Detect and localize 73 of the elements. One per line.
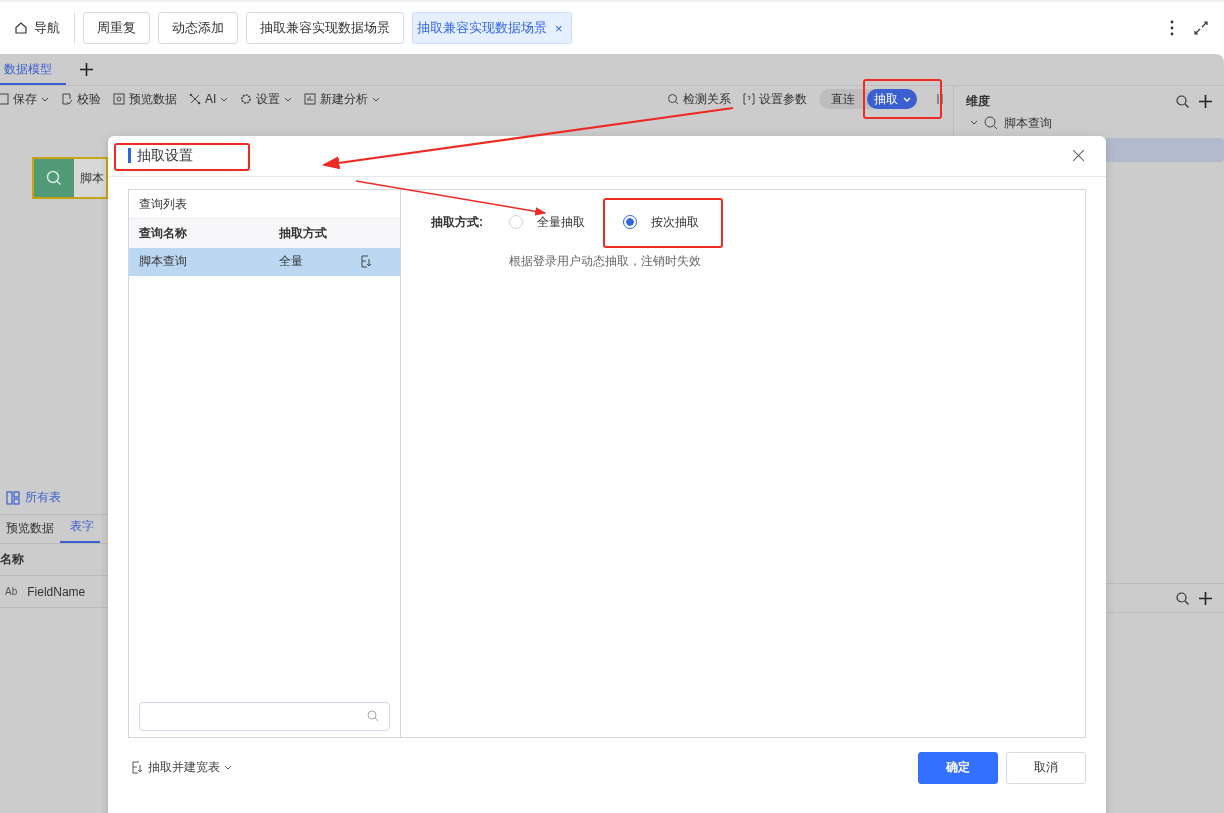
param-icon (743, 93, 755, 105)
detect-icon (667, 93, 679, 105)
mode-switch[interactable]: 直连 抽取 (819, 89, 917, 109)
tree-item[interactable]: 脚本查询 (954, 112, 1224, 134)
caret-icon (220, 96, 229, 102)
layout-icon (6, 490, 20, 505)
close-icon[interactable] (1073, 150, 1084, 162)
field-name: FieldName (27, 584, 86, 599)
search-icon (367, 710, 379, 723)
panel-toggle-icon[interactable] (937, 94, 943, 104)
confirm-button[interactable]: 确定 (918, 751, 998, 784)
analysis-icon (304, 93, 317, 105)
check-icon (61, 93, 73, 105)
extract-icon (132, 761, 144, 775)
toolbar-button[interactable]: 设置 (240, 90, 293, 108)
preview-icon (113, 93, 125, 105)
hint-text: 根据登录用户动态抽取，注销时失效 (509, 252, 702, 270)
cancel-button[interactable]: 取消 (1006, 751, 1086, 784)
page-tab[interactable]: 抽取兼容实现数据场景 (246, 12, 404, 44)
query-row[interactable]: 脚本查询 全量 (129, 247, 400, 276)
column-header: 抽取方式 (279, 224, 328, 242)
extract-wide-table-link[interactable]: 抽取并建宽表 (132, 759, 232, 777)
nav-label: 导航 (34, 19, 60, 37)
radio-option[interactable]: 按次抽取 (623, 213, 715, 231)
panel-title: 维度 (966, 92, 991, 110)
dialog-title: 抽取设置 (137, 146, 193, 165)
expand-icon[interactable] (1194, 21, 1208, 35)
mode-option[interactable]: 直连 (819, 89, 867, 109)
script-query-icon (46, 170, 62, 186)
all-tables-link[interactable]: 所有表 (6, 489, 953, 506)
toolbar-button[interactable]: 新建分析 (304, 90, 381, 108)
toolbar-button[interactable]: 预览数据 (113, 90, 177, 108)
add-icon[interactable] (1199, 94, 1212, 108)
ai-icon (189, 93, 201, 105)
page-tab[interactable]: 抽取兼容实现数据场景 × (412, 12, 572, 44)
field-label: 抽取方式: (431, 213, 483, 231)
extract-icon[interactable] (361, 255, 373, 269)
table-cell-text: 全量 (279, 253, 304, 271)
search-field[interactable] (139, 701, 390, 731)
radio-option[interactable]: 全量抽取 (509, 213, 601, 231)
toolbar-button[interactable]: 设置参数 (743, 90, 807, 108)
page-tab[interactable]: 周重复 (83, 12, 150, 44)
caret-icon (284, 96, 293, 102)
query-node[interactable]: 脚本 (32, 157, 108, 199)
toolbar-button[interactable]: AI (189, 92, 229, 106)
list-title: 查询列表 (129, 189, 400, 219)
panel-tab[interactable]: 表字 (60, 518, 100, 543)
search-icon[interactable] (1176, 591, 1189, 605)
home-icon (14, 21, 28, 35)
column-header: 查询名称 (139, 224, 188, 242)
add-icon[interactable] (80, 63, 93, 76)
mode-option[interactable]: 抽取 (867, 89, 917, 109)
model-tab[interactable]: 数据模型 (0, 54, 66, 85)
save-icon (0, 93, 9, 105)
toolbar-button[interactable]: 检测关系 (667, 90, 731, 108)
caret-icon (224, 765, 232, 771)
table-cell-text: 脚本查询 (139, 253, 188, 271)
script-query-icon (984, 116, 998, 130)
page-tab[interactable]: 动态添加 (158, 12, 238, 44)
caret-icon (903, 96, 911, 102)
panel-tab[interactable]: 预览数据 (0, 520, 60, 543)
text-type-icon: Ab (5, 586, 18, 597)
nav-link[interactable]: 导航 (14, 19, 66, 37)
toolbar-button[interactable]: 保存 (0, 90, 49, 108)
close-icon[interactable]: × (555, 20, 563, 36)
caret-icon (41, 96, 49, 102)
search-icon[interactable] (1176, 94, 1189, 108)
toolbar-button[interactable]: 校验 (61, 90, 101, 108)
gear-icon (240, 93, 253, 105)
caret-icon[interactable] (970, 119, 978, 127)
add-icon[interactable] (1199, 591, 1212, 605)
caret-icon (372, 96, 381, 102)
more-icon[interactable] (1170, 20, 1174, 36)
